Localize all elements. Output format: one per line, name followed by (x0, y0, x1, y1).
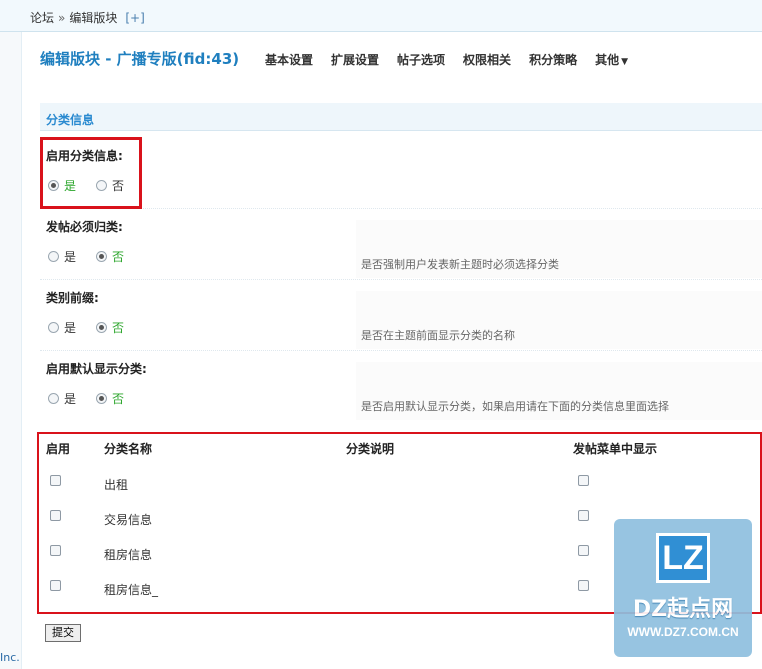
section-header: 分类信息 (40, 103, 762, 131)
setting-require-category: 发帖必须归类: 是 否 是否强制用户发表新主题时必须选择分类 (40, 210, 762, 280)
tab-credit-policy[interactable]: 积分策略 (529, 51, 577, 68)
category-name: 出租 (104, 478, 129, 492)
radio-yes[interactable] (48, 322, 59, 333)
category-name: 交易信息 (104, 513, 153, 527)
row-menu-checkbox[interactable] (578, 545, 589, 556)
column-header-description: 分类说明 (346, 442, 395, 456)
row-enable-checkbox[interactable] (50, 580, 61, 591)
breadcrumb-forum-link[interactable]: 论坛 (30, 11, 54, 25)
radio-group: 是 否 (48, 248, 144, 265)
radio-group: 是 否 (48, 390, 144, 407)
add-shortcut-link[interactable]: [+] (125, 11, 144, 25)
radio-yes-label: 是 (64, 250, 77, 264)
breadcrumb-separator: » (58, 11, 66, 25)
tab-extended-settings[interactable]: 扩展设置 (331, 51, 379, 68)
submit-button[interactable]: 提交 (45, 624, 81, 642)
breadcrumb: 论坛 » 编辑版块 [+] (30, 9, 145, 26)
setting-category-prefix: 类别前缀: 是 否 是否在主题前面显示分类的名称 (40, 281, 762, 351)
row-menu-checkbox[interactable] (578, 510, 589, 521)
watermark: LZ DZ起点网 WWW.DZ7.COM.CN (614, 519, 752, 657)
tab-post-options[interactable]: 帖子选项 (397, 51, 445, 68)
tab-permissions[interactable]: 权限相关 (463, 51, 511, 68)
highlight-box-enable (40, 137, 142, 209)
column-header-enable: 启用 (46, 442, 71, 456)
section-title: 分类信息 (46, 113, 95, 127)
radio-yes[interactable] (48, 251, 59, 262)
setting-label: 启用默认显示分类: (46, 362, 147, 376)
watermark-url: WWW.DZ7.COM.CN (627, 625, 739, 639)
left-frame-edge (0, 32, 22, 669)
column-header-name: 分类名称 (104, 442, 153, 456)
setting-label: 类别前缀: (46, 291, 99, 305)
tab-other-label: 其他 (595, 53, 620, 67)
setting-tip: 是否在主题前面显示分类的名称 (361, 329, 515, 342)
footer-fragment: Inc. (0, 651, 20, 664)
column-header-show-in-menu: 发帖菜单中显示 (573, 442, 658, 456)
page-header: 编辑版块 - 广播专版(fid:43) 基本设置 扩展设置 帖子选项 权限相关 … (40, 48, 762, 72)
radio-group: 是 否 (48, 319, 144, 336)
setting-tip: 是否强制用户发表新主题时必须选择分类 (361, 258, 559, 271)
radio-yes[interactable] (48, 393, 59, 404)
breadcrumb-current: 编辑版块 (69, 11, 118, 25)
category-name: 租房信息 (104, 548, 153, 562)
row-enable-checkbox[interactable] (50, 510, 61, 521)
radio-no-label: 否 (112, 250, 125, 264)
row-enable-checkbox[interactable] (50, 475, 61, 486)
radio-yes-label: 是 (64, 321, 77, 335)
row-enable-checkbox[interactable] (50, 545, 61, 556)
settings-tabs: 基本设置 扩展设置 帖子选项 权限相关 积分策略 其他 ▼ (265, 51, 646, 68)
page-title: 编辑版块 - 广播专版(fid:43) (40, 50, 240, 68)
setting-default-category: 启用默认显示分类: 是 否 是否启用默认显示分类，如果启用请在下面的分类信息里面… (40, 352, 762, 422)
watermark-brand: DZ起点网 (632, 597, 734, 622)
radio-yes-label: 是 (64, 392, 77, 406)
chevron-down-icon: ▼ (621, 57, 629, 67)
radio-no[interactable] (96, 322, 108, 333)
tab-basic-settings[interactable]: 基本设置 (265, 51, 313, 68)
setting-enable-category: 启用分类信息: 是 否 (40, 139, 762, 209)
tab-other-menu[interactable]: 其他 ▼ (595, 51, 628, 68)
radio-no-label: 否 (112, 321, 125, 335)
row-menu-checkbox[interactable] (578, 475, 589, 486)
radio-no[interactable] (96, 251, 108, 262)
radio-no-label: 否 (112, 392, 125, 406)
row-menu-checkbox[interactable] (578, 580, 589, 591)
top-bar: 论坛 » 编辑版块 [+] (0, 0, 762, 32)
category-name: 租房信息_ (104, 583, 159, 597)
setting-label: 发帖必须归类: (46, 220, 123, 234)
setting-tip: 是否启用默认显示分类，如果启用请在下面的分类信息里面选择 (361, 400, 669, 413)
radio-no[interactable] (96, 393, 108, 404)
watermark-logo: LZ (656, 533, 710, 583)
